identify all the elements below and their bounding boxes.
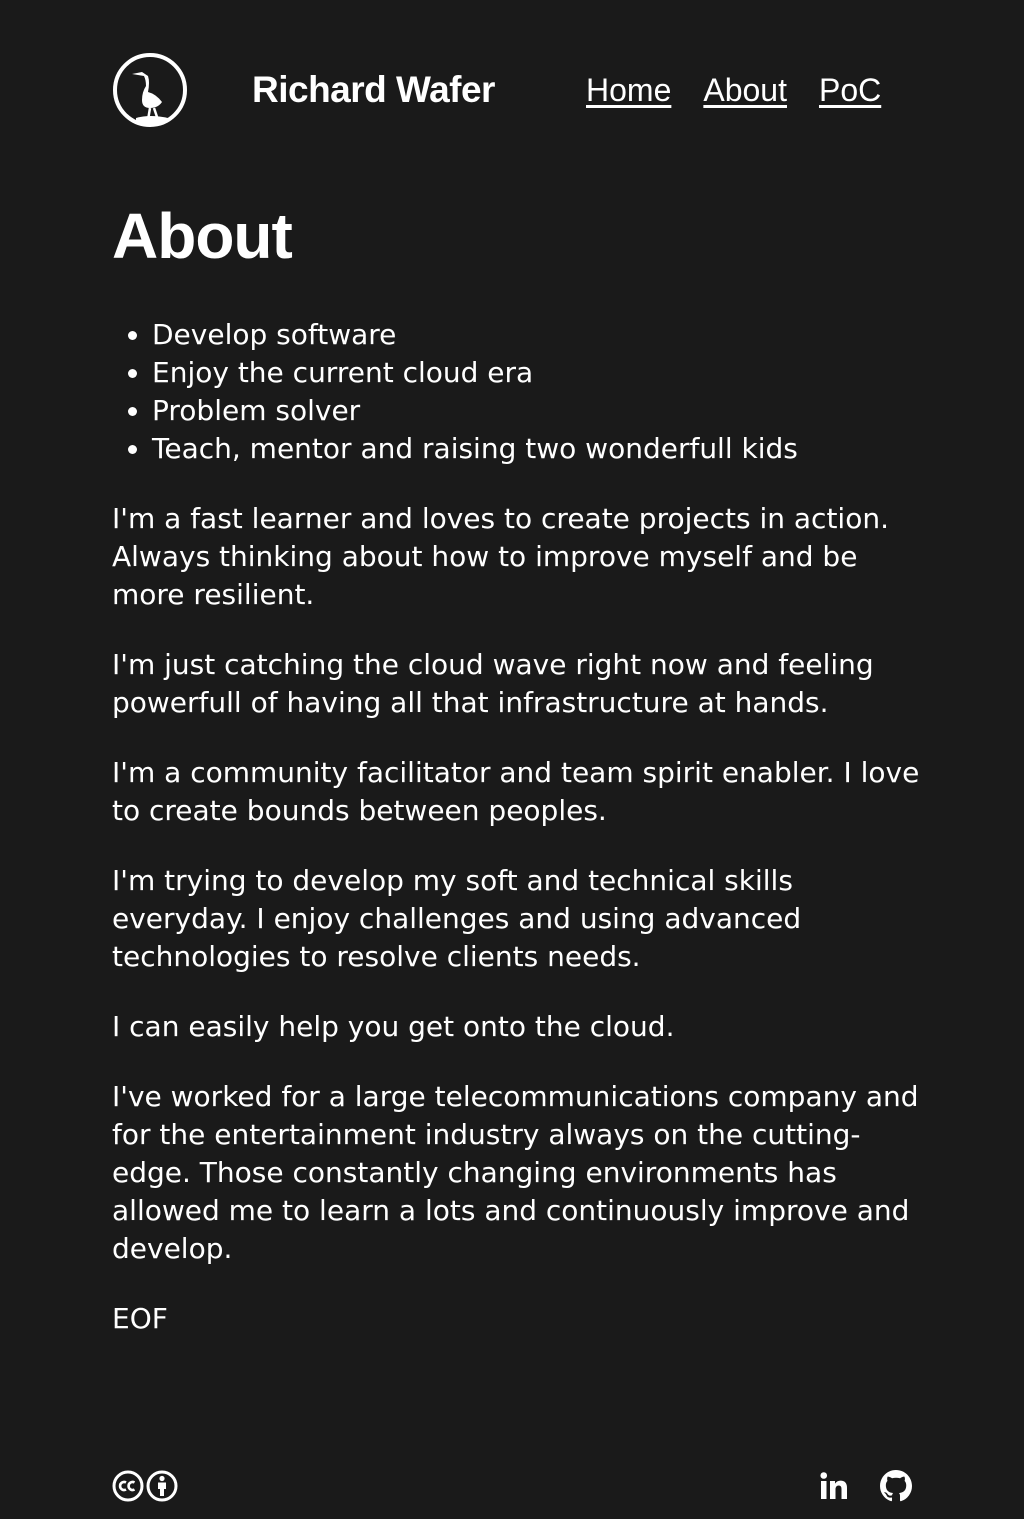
page-title: About — [112, 200, 293, 272]
eof-text: EOF — [112, 1302, 168, 1335]
list-item: Problem solver — [152, 392, 922, 430]
site-title[interactable]: Richard Wafer — [252, 66, 495, 114]
creative-commons-icon — [112, 1470, 144, 1502]
site-footer — [112, 1470, 912, 1504]
about-paragraph: I'm a community facilitator and team spi… — [112, 756, 920, 827]
heron-logo-icon — [113, 53, 187, 127]
about-paragraph: I'm just catching the cloud wave right n… — [112, 648, 874, 719]
github-icon — [880, 1470, 912, 1502]
about-paragraph: I've worked for a large telecommunicatio… — [112, 1080, 919, 1265]
list-item: Enjoy the current cloud era — [152, 354, 922, 392]
list-item: Teach, mentor and raising two wonderfull… — [152, 430, 922, 468]
about-bullet-list: Develop software Enjoy the current cloud… — [112, 316, 922, 468]
main-nav: Home About PoC — [586, 68, 881, 112]
nav-poc-link[interactable]: PoC — [819, 68, 881, 112]
social-links — [818, 1470, 912, 1506]
about-content: Develop software Enjoy the current cloud… — [112, 316, 922, 1370]
attribution-icon — [146, 1470, 178, 1502]
nav-home-link[interactable]: Home — [586, 68, 671, 112]
linkedin-icon — [820, 1472, 847, 1499]
list-item: Develop software — [152, 316, 922, 354]
license-badge[interactable] — [112, 1470, 178, 1502]
github-link[interactable] — [880, 1470, 912, 1506]
about-paragraph: I'm trying to develop my soft and techni… — [112, 864, 802, 973]
about-paragraph: I'm a fast learner and loves to create p… — [112, 502, 889, 611]
nav-about-link[interactable]: About — [703, 68, 787, 112]
site-header: Richard Wafer Home About PoC — [112, 52, 912, 128]
about-paragraph: I can easily help you get onto the cloud… — [112, 1010, 675, 1043]
linkedin-link[interactable] — [818, 1470, 850, 1506]
